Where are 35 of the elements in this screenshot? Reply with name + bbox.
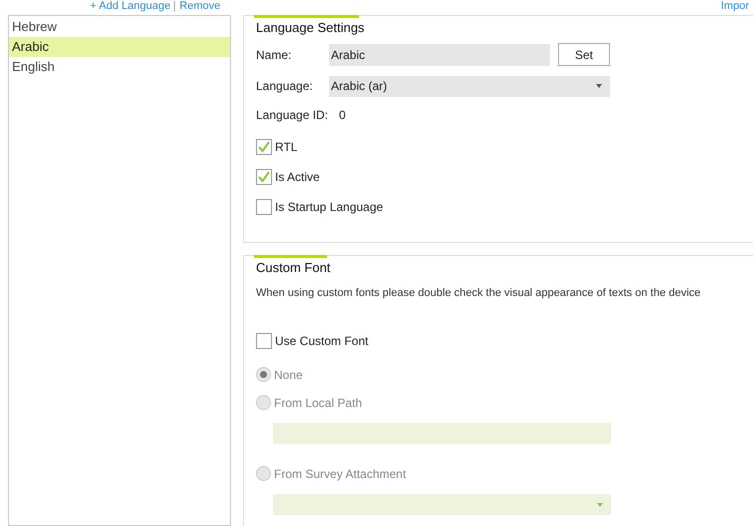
checkbox-label: Is Startup Language xyxy=(275,198,384,216)
radio-button[interactable] xyxy=(256,367,271,382)
checkbox-label: RTL xyxy=(275,138,298,156)
checkbox[interactable] xyxy=(256,333,272,349)
caret-icon xyxy=(597,502,603,506)
checkbox-label: Is Active xyxy=(275,168,320,186)
language-item[interactable]: Arabic xyxy=(9,37,230,57)
language-label: Language: xyxy=(256,78,314,95)
name-field[interactable]: Arabic xyxy=(329,44,550,66)
radio-label: From Local Path xyxy=(274,394,362,412)
checkbox[interactable] xyxy=(256,168,272,184)
language-dropdown[interactable]: Arabic (ar) xyxy=(329,76,610,96)
set-button[interactable]: Set xyxy=(558,43,610,66)
section-title: Language Settings xyxy=(256,19,366,37)
language-item[interactable]: Hebrew xyxy=(9,17,230,37)
remove-link[interactable]: Remove xyxy=(179,0,220,12)
caret-icon xyxy=(596,84,602,88)
name-label: Name: xyxy=(256,46,292,64)
checkbox-label: Use Custom Font xyxy=(275,333,368,350)
radio-button[interactable] xyxy=(256,466,271,481)
custom-font-note: When using custom fonts please double check the visual appearance of texts on the device xyxy=(256,286,702,300)
section-title: Custom Font xyxy=(256,259,332,277)
language-item[interactable]: English xyxy=(9,57,230,77)
checkbox[interactable] xyxy=(256,138,272,154)
checkmark-icon xyxy=(258,170,270,182)
import-link[interactable]: Impor xyxy=(720,0,753,12)
add-language-link[interactable]: + Add Language xyxy=(90,0,170,12)
radio-label: None xyxy=(274,366,303,384)
checkmark-icon xyxy=(258,140,270,152)
radio-label: From Survey Attachment xyxy=(274,466,406,482)
language-id-value: 0 xyxy=(339,106,346,124)
path-field[interactable] xyxy=(273,423,611,444)
language-id-label: Language ID: xyxy=(256,106,330,124)
checkbox[interactable] xyxy=(256,198,272,214)
radio-button[interactable] xyxy=(256,395,271,410)
